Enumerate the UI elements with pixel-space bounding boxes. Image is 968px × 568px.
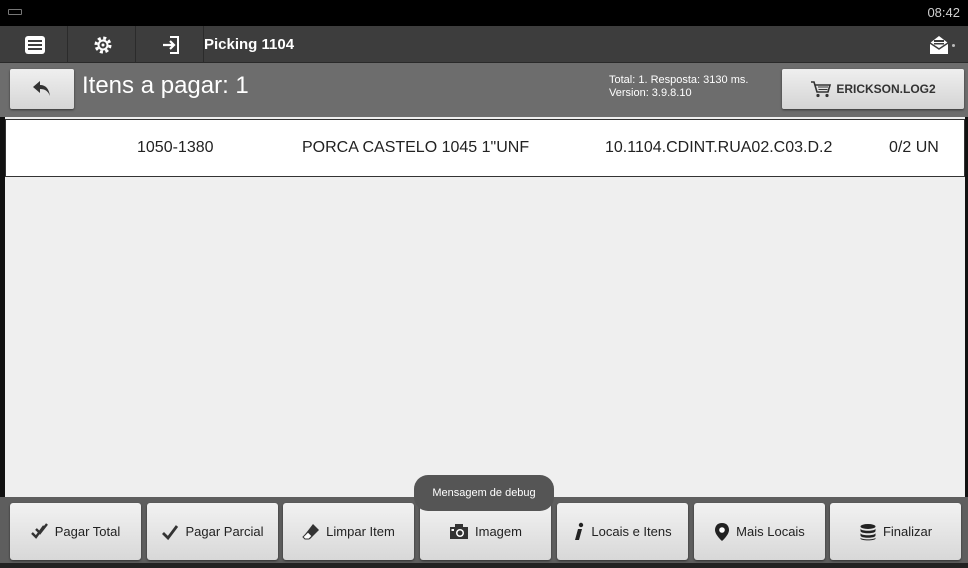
debug-toast-text: Mensagem de debug	[432, 487, 536, 499]
settings-icon	[94, 36, 111, 53]
list-item[interactable]: 1050-1380 PORCA CASTELO 1045 1"UNF 10.11…	[5, 119, 965, 177]
item-quantity: 0/2 UN	[889, 139, 939, 156]
overflow-dot	[952, 43, 955, 47]
double-check-icon	[30, 522, 48, 539]
back-button[interactable]	[10, 69, 74, 109]
action-bar-title: Picking 1104	[204, 36, 295, 53]
version-text: Version: 3.9.8.10	[609, 87, 692, 99]
pagar-parcial-label: Pagar Parcial	[185, 524, 264, 539]
mais-locais-label: Mais Locais	[736, 524, 805, 539]
user-button[interactable]: ERICKSON.LOG2	[782, 69, 964, 109]
cart-icon	[811, 81, 832, 98]
menu-button[interactable]	[2, 26, 68, 63]
menu-icon	[24, 35, 45, 54]
eraser-icon	[302, 523, 320, 539]
locais-e-itens-label: Locais e Itens	[591, 524, 672, 539]
debug-toast: Mensagem de debug	[414, 475, 554, 511]
limpar-item-button[interactable]: Limpar Item	[283, 503, 414, 560]
response-total-text: Total: 1. Resposta: 3130 ms.	[609, 74, 749, 86]
pagar-parcial-button[interactable]: Pagar Parcial	[147, 503, 278, 560]
user-label: ERICKSON.LOG2	[836, 82, 936, 96]
database-icon	[860, 523, 876, 540]
locais-e-itens-button[interactable]: Locais e Itens	[557, 503, 688, 560]
settings-button[interactable]	[70, 26, 136, 63]
items-list: 1050-1380 PORCA CASTELO 1045 1"UNF 10.11…	[5, 117, 965, 497]
check-icon	[162, 524, 179, 540]
status-bar: 08:42	[0, 0, 968, 26]
finalizar-label: Finalizar	[882, 524, 933, 539]
status-clock: 08:42	[927, 5, 960, 20]
info-icon	[575, 522, 584, 540]
imagem-button[interactable]: Imagem	[420, 503, 551, 560]
pagar-total-label: Pagar Total	[54, 524, 121, 539]
finalizar-button[interactable]: Finalizar	[830, 503, 961, 560]
response-info: Total: 1. Resposta: 3130 ms. Version: 3.…	[609, 74, 748, 100]
login-icon	[162, 35, 179, 54]
keyboard-icon	[8, 9, 22, 15]
pagar-total-button[interactable]: Pagar Total	[10, 503, 141, 560]
item-location: 10.1104.CDINT.RUA02.C03.D.2	[605, 139, 833, 156]
mais-locais-button[interactable]: Mais Locais	[694, 503, 825, 560]
limpar-item-label: Limpar Item	[326, 524, 395, 539]
action-bar: Picking 1104	[0, 26, 968, 63]
login-button[interactable]	[138, 26, 204, 63]
bottom-edge	[0, 563, 968, 568]
camera-icon	[450, 524, 469, 539]
header-bar: Itens a pagar: 1 Total: 1. Resposta: 313…	[0, 63, 968, 117]
item-description: PORCA CASTELO 1045 1"UNF	[302, 139, 530, 156]
location-pin-icon	[715, 522, 730, 541]
undo-icon	[33, 81, 50, 96]
mail-icon	[929, 36, 949, 54]
items-to-pay-title: Itens a pagar: 1	[82, 72, 249, 99]
item-code: 1050-1380	[137, 139, 214, 156]
mail-button[interactable]	[928, 32, 958, 58]
imagem-label: Imagem	[475, 524, 522, 539]
